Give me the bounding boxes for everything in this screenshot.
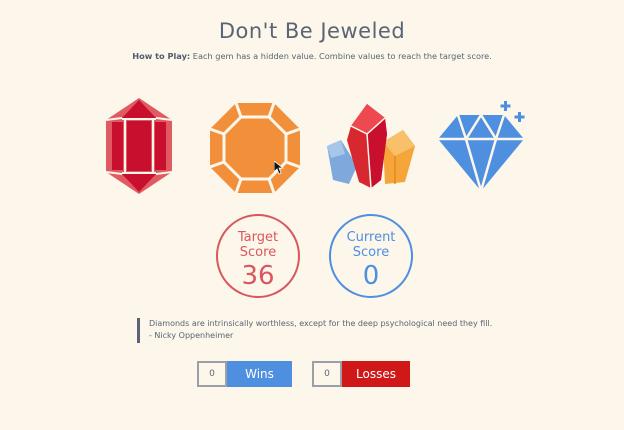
orange-gem-button[interactable] (210, 103, 300, 193)
current-score-label: Current Score (331, 230, 411, 260)
quote-author: - Nicky Oppenheimer (149, 331, 234, 340)
current-score-label-line1: Current (346, 230, 396, 245)
current-score-value: 0 (362, 261, 380, 291)
red-crystal-icon (106, 98, 172, 194)
game-page: Don't Be Jeweled How to Play: Each gem h… (0, 0, 624, 430)
how-to-play-instructions: How to Play: Each gem has a hidden value… (0, 51, 624, 61)
current-score-display: Current Score 0 (329, 214, 413, 298)
target-score-display: Target Score 36 (216, 214, 300, 298)
target-score-value: 36 (241, 261, 275, 291)
wins-label: Wins (227, 361, 292, 387)
page-title: Don't Be Jeweled (218, 19, 406, 43)
orange-octagon-icon (210, 103, 300, 193)
mouse-cursor-icon (274, 161, 284, 175)
losses-count: 0 (312, 361, 342, 387)
target-score-label: Target Score (218, 230, 298, 260)
crystal-cluster-icon (327, 104, 415, 189)
how-to-play-label: How to Play: (132, 51, 191, 61)
target-score-label-line1: Target (237, 230, 279, 245)
crystal-cluster-button[interactable] (323, 104, 417, 190)
blue-diamond-button[interactable] (438, 99, 530, 193)
losses-label: Losses (342, 361, 410, 387)
quote-text: Diamonds are intrinsically worthless, ex… (149, 319, 493, 328)
how-to-play-text: Each gem has a hidden value. Combine val… (190, 51, 492, 61)
target-score-label-line2: Score (239, 245, 277, 260)
quote-block: Diamonds are intrinsically worthless, ex… (137, 318, 492, 343)
diamond-icon (438, 101, 525, 192)
red-gem-button[interactable] (106, 98, 172, 194)
wins-count: 0 (197, 361, 227, 387)
wins-counter: 0 Wins (197, 361, 292, 387)
losses-counter: 0 Losses (312, 361, 410, 387)
current-score-label-line2: Score (352, 245, 390, 260)
